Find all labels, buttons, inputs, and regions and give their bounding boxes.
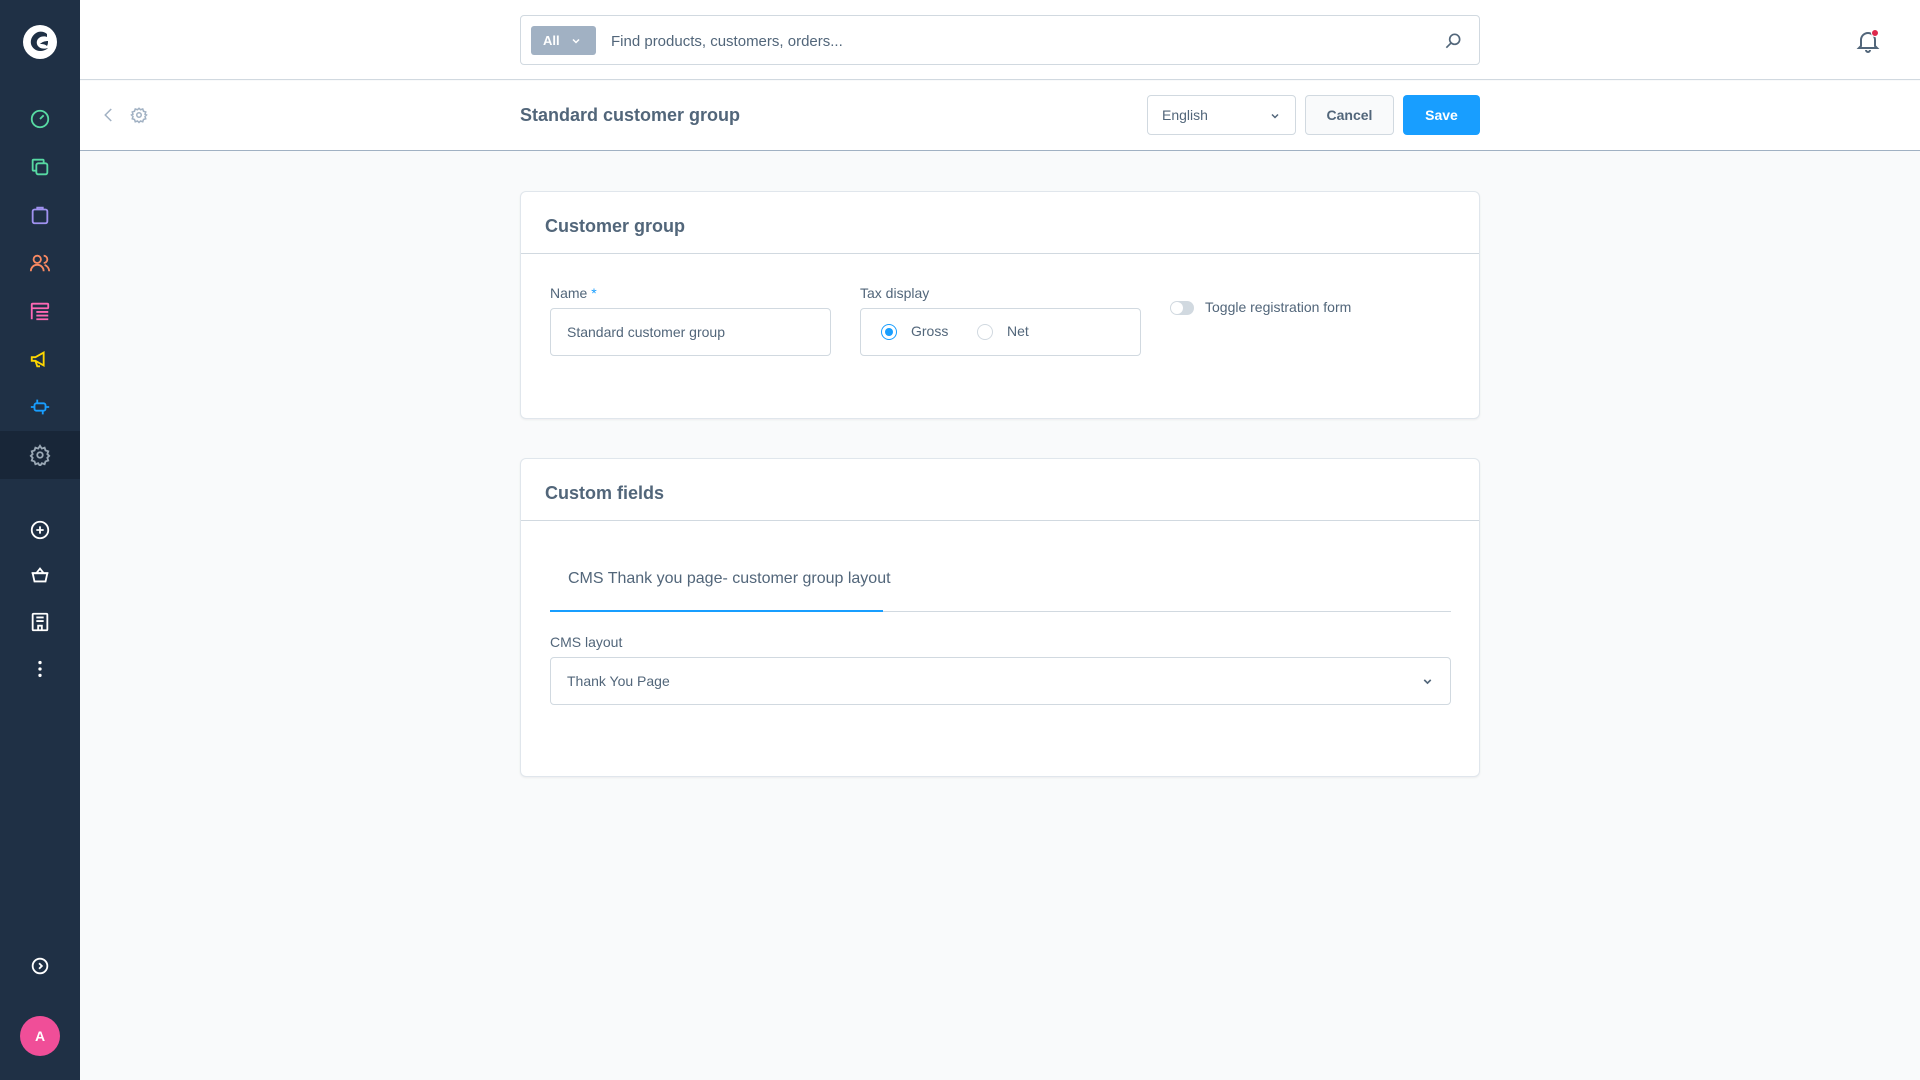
customer-group-card-title: Customer group xyxy=(521,192,1479,254)
language-select[interactable]: English xyxy=(1147,95,1296,135)
sidebar-item-extensions[interactable] xyxy=(0,383,80,431)
cms-layout-label: CMS layout xyxy=(550,634,623,650)
orders-icon xyxy=(31,206,49,225)
notification-bell-icon[interactable] xyxy=(1855,28,1881,54)
tax-gross-radio[interactable] xyxy=(881,324,897,340)
tax-gross-label: Gross xyxy=(911,323,949,339)
registration-form-toggle-label: Toggle registration form xyxy=(1205,299,1352,315)
sidebar-item-add-sales-channel[interactable] xyxy=(0,506,80,554)
customer-group-card: Customer group Name * Standard customer … xyxy=(520,191,1480,419)
storefront-icon xyxy=(31,567,49,583)
sidebar-item-headless[interactable] xyxy=(0,598,80,646)
custom-fields-card: Custom fields CMS Thank you page- custom… xyxy=(520,458,1480,777)
sidebar-item-settings[interactable] xyxy=(0,431,80,479)
tax-display-label: Tax display xyxy=(860,285,930,301)
avatar-initial: A xyxy=(34,1028,46,1044)
tax-display-radio-group: Gross Net xyxy=(860,308,1141,356)
sidebar-item-storefront[interactable] xyxy=(0,551,80,599)
search-input[interactable] xyxy=(611,28,1411,54)
required-asterisk: * xyxy=(591,285,597,301)
custom-fields-card-title: Custom fields xyxy=(521,459,1479,521)
search-type-label: All xyxy=(543,33,560,48)
tax-net-radio[interactable] xyxy=(977,324,993,340)
headless-icon xyxy=(31,612,49,632)
catalogues-icon xyxy=(31,158,49,176)
sidebar-item-more[interactable] xyxy=(0,645,80,693)
extensions-icon xyxy=(30,399,50,415)
name-field-value: Standard customer group xyxy=(567,324,725,340)
cms-layout-value: Thank You Page xyxy=(567,673,670,689)
sidebar-item-orders[interactable] xyxy=(0,191,80,239)
language-select-value: English xyxy=(1162,107,1208,123)
content-icon xyxy=(30,302,50,321)
sidebar-item-catalogues[interactable] xyxy=(0,143,80,191)
sidebar-item-marketing[interactable] xyxy=(0,335,80,383)
cancel-button[interactable]: Cancel xyxy=(1305,95,1394,135)
chevron-down-icon xyxy=(1423,679,1432,685)
search-icon[interactable] xyxy=(1443,31,1463,51)
registration-form-toggle[interactable] xyxy=(1170,301,1194,315)
chevron-down-icon xyxy=(1271,113,1279,119)
name-label: Name * xyxy=(550,285,597,301)
smart-bar: Standard customer group English Cancel S… xyxy=(80,81,1920,151)
avatar[interactable]: A xyxy=(20,1016,60,1056)
save-button[interactable]: Save xyxy=(1403,95,1480,135)
sidebar: A xyxy=(0,0,80,1080)
tab-active-indicator xyxy=(550,610,883,612)
settings-icon xyxy=(29,444,51,466)
add-sales-channel-icon xyxy=(30,520,50,540)
page-title: Standard customer group xyxy=(520,105,741,125)
tax-net-label: Net xyxy=(1007,323,1029,339)
name-label-text: Name xyxy=(550,285,588,301)
sidebar-item-content[interactable] xyxy=(0,287,80,335)
cms-layout-select[interactable]: Thank You Page xyxy=(550,657,1451,705)
sidebar-item-dashboard[interactable] xyxy=(0,95,80,143)
chevron-down-icon xyxy=(572,38,580,44)
search-type-select[interactable]: All xyxy=(531,26,596,55)
shopware-logo[interactable] xyxy=(22,24,58,60)
more-icon xyxy=(38,660,42,678)
settings-gear-icon[interactable] xyxy=(130,106,148,124)
name-field[interactable]: Standard customer group xyxy=(550,308,831,356)
global-search: All xyxy=(520,15,1480,65)
sidebar-item-customers[interactable] xyxy=(0,239,80,287)
chevron-right-circle-icon xyxy=(31,957,49,975)
tab-cms-thank-you-page[interactable]: CMS Thank you page- customer group layou… xyxy=(568,570,891,588)
dashboard-icon xyxy=(30,109,50,129)
customers-icon xyxy=(29,254,51,272)
back-arrow-icon[interactable] xyxy=(100,106,118,124)
top-bar: All xyxy=(80,0,1920,80)
sidebar-collapse-button[interactable] xyxy=(0,942,80,990)
marketing-icon xyxy=(30,351,45,368)
